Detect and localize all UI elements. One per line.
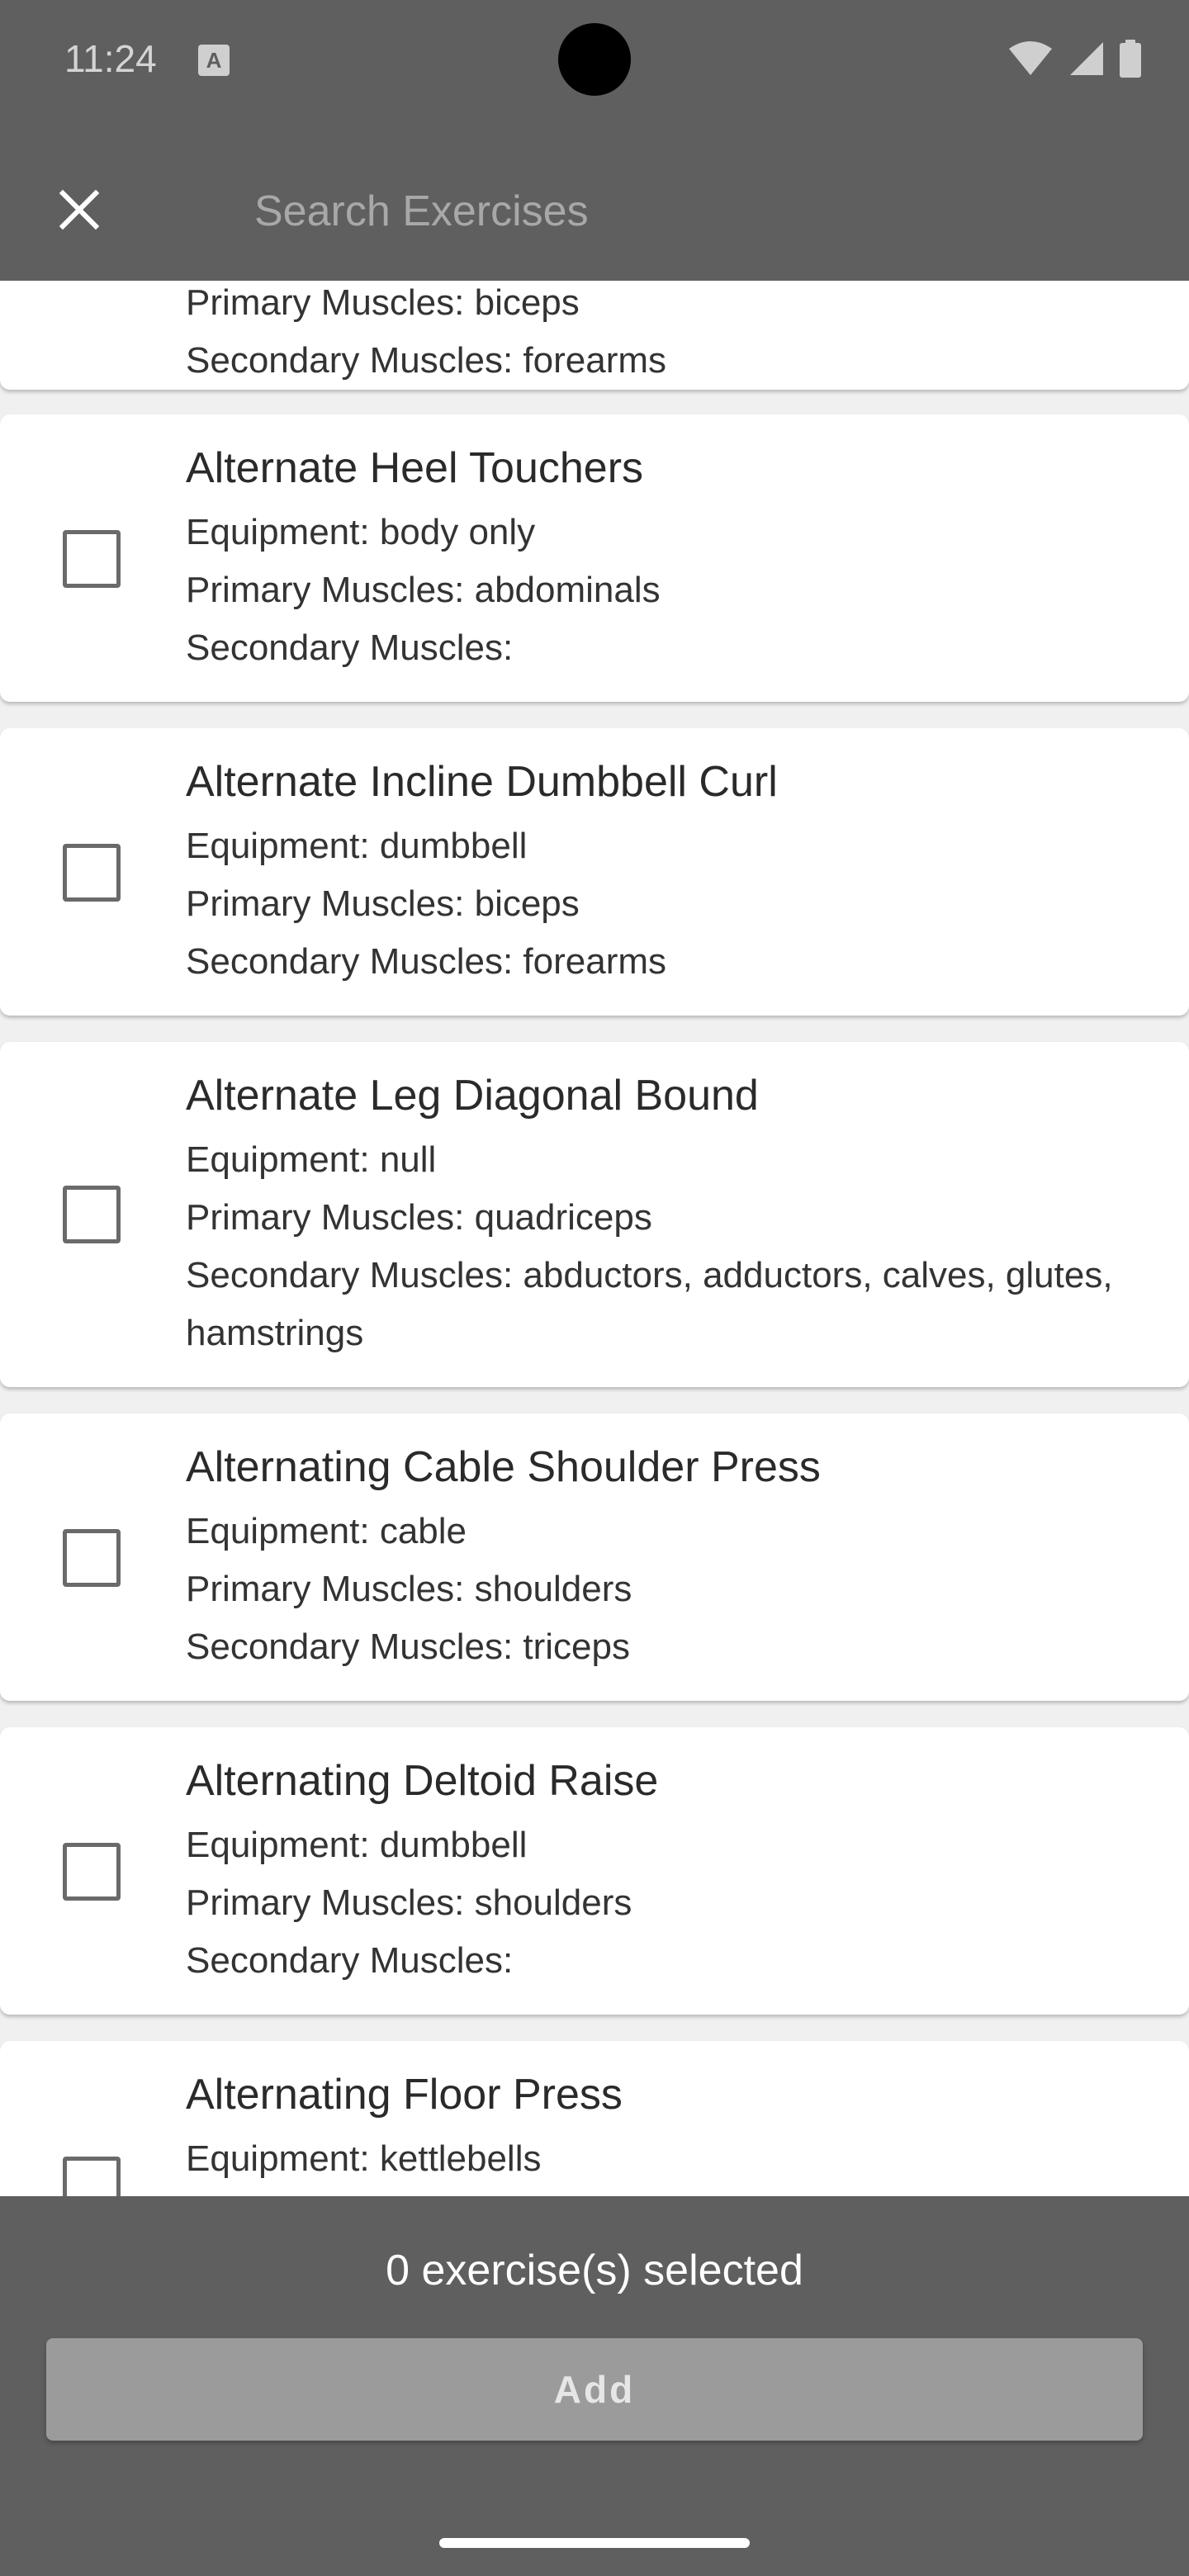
exercise-name: Alternate Incline Dumbbell Curl bbox=[186, 758, 778, 806]
secondary-muscles: Secondary Muscles: abductors, adductors,… bbox=[186, 1255, 1113, 1353]
exercise-checkbox[interactable] bbox=[63, 844, 121, 902]
exercise-details: Primary Muscles: biceps Secondary Muscle… bbox=[186, 281, 1139, 390]
exercise-picker-screen: 11:24 A Primary Muscles: bic bbox=[0, 0, 1189, 2576]
secondary-muscles: Secondary Muscles: forearms bbox=[186, 941, 666, 982]
primary-muscles: Primary Muscles: biceps bbox=[186, 282, 580, 323]
exercise-checkbox[interactable] bbox=[63, 1843, 121, 1901]
exercise-details: Alternating Floor Press Equipment: kettl… bbox=[186, 2066, 1139, 2196]
status-time: 11:24 bbox=[64, 37, 157, 80]
exercise-card[interactable]: Alternate Incline Dumbbell Curl Equipmen… bbox=[0, 728, 1189, 1016]
primary-muscles: Primary Muscles: bbox=[186, 2188, 1139, 2196]
exercise-details: Alternating Cable Shoulder Press Equipme… bbox=[186, 1438, 1139, 1676]
exercise-name: Alternating Cable Shoulder Press bbox=[186, 1443, 821, 1491]
exercise-checkbox[interactable] bbox=[63, 530, 121, 588]
close-icon bbox=[58, 188, 101, 235]
exercise-card[interactable]: Primary Muscles: biceps Secondary Muscle… bbox=[0, 281, 1189, 390]
exercise-details: Alternate Leg Diagonal Bound Equipment: … bbox=[186, 1067, 1139, 1362]
add-button[interactable]: Add bbox=[46, 2338, 1143, 2441]
exercise-card[interactable]: Alternating Floor Press Equipment: kettl… bbox=[0, 2041, 1189, 2196]
exercise-card[interactable]: Alternating Cable Shoulder Press Equipme… bbox=[0, 1413, 1189, 1701]
gesture-nav-handle[interactable] bbox=[439, 2538, 750, 2548]
status-bar: 11:24 A bbox=[0, 0, 1189, 121]
primary-muscles: Primary Muscles: quadriceps bbox=[186, 1197, 652, 1238]
selection-footer: 0 exercise(s) selected Add bbox=[0, 2196, 1189, 2576]
secondary-muscles: Secondary Muscles: bbox=[186, 1940, 514, 1981]
exercise-list[interactable]: Primary Muscles: biceps Secondary Muscle… bbox=[0, 281, 1189, 2196]
exercise-details: Alternate Heel Touchers Equipment: body … bbox=[186, 439, 1139, 677]
close-button[interactable] bbox=[46, 178, 112, 244]
exercise-checkbox[interactable] bbox=[63, 1529, 121, 1587]
a-badge-icon: A bbox=[198, 45, 230, 76]
secondary-muscles: Secondary Muscles: triceps bbox=[186, 1627, 630, 1667]
equipment: Equipment: dumbbell bbox=[186, 1825, 528, 1865]
secondary-muscles: Secondary Muscles: forearms bbox=[186, 340, 666, 381]
search-app-bar bbox=[0, 121, 1189, 281]
exercise-details: Alternate Incline Dumbbell Curl Equipmen… bbox=[186, 753, 1139, 991]
equipment: Equipment: dumbbell bbox=[186, 826, 528, 866]
exercise-card[interactable]: Alternate Heel Touchers Equipment: body … bbox=[0, 414, 1189, 702]
exercise-checkbox[interactable] bbox=[63, 1186, 121, 1243]
search-input[interactable] bbox=[254, 170, 1121, 253]
exercise-card[interactable]: Alternating Deltoid Raise Equipment: dum… bbox=[0, 1727, 1189, 2015]
exercise-name: Alternate Heel Touchers bbox=[186, 444, 644, 492]
selected-count: 0 exercise(s) selected bbox=[386, 2247, 803, 2294]
exercise-name: Alternating Deltoid Raise bbox=[186, 1757, 659, 1805]
equipment: Equipment: kettlebells bbox=[186, 2138, 542, 2179]
primary-muscles: Primary Muscles: shoulders bbox=[186, 1569, 632, 1609]
exercise-checkbox[interactable] bbox=[63, 2157, 121, 2196]
equipment: Equipment: null bbox=[186, 1139, 437, 1180]
signal-icon bbox=[1068, 40, 1105, 77]
exercise-details: Alternating Deltoid Raise Equipment: dum… bbox=[186, 1752, 1139, 1990]
wifi-icon bbox=[1007, 40, 1054, 77]
primary-muscles: Primary Muscles: shoulders bbox=[186, 1882, 632, 1923]
camera-cutout bbox=[558, 23, 631, 96]
primary-muscles: Primary Muscles: biceps bbox=[186, 883, 580, 924]
secondary-muscles: Secondary Muscles: bbox=[186, 627, 514, 668]
equipment: Equipment: body only bbox=[186, 512, 536, 552]
exercise-name: Alternating Floor Press bbox=[186, 2071, 623, 2119]
equipment: Equipment: cable bbox=[186, 1511, 467, 1551]
primary-muscles: Primary Muscles: abdominals bbox=[186, 570, 661, 610]
exercise-card[interactable]: Alternate Leg Diagonal Bound Equipment: … bbox=[0, 1042, 1189, 1387]
exercise-name: Alternate Leg Diagonal Bound bbox=[186, 1072, 759, 1120]
battery-icon bbox=[1120, 40, 1141, 78]
status-icons bbox=[1007, 38, 1141, 79]
